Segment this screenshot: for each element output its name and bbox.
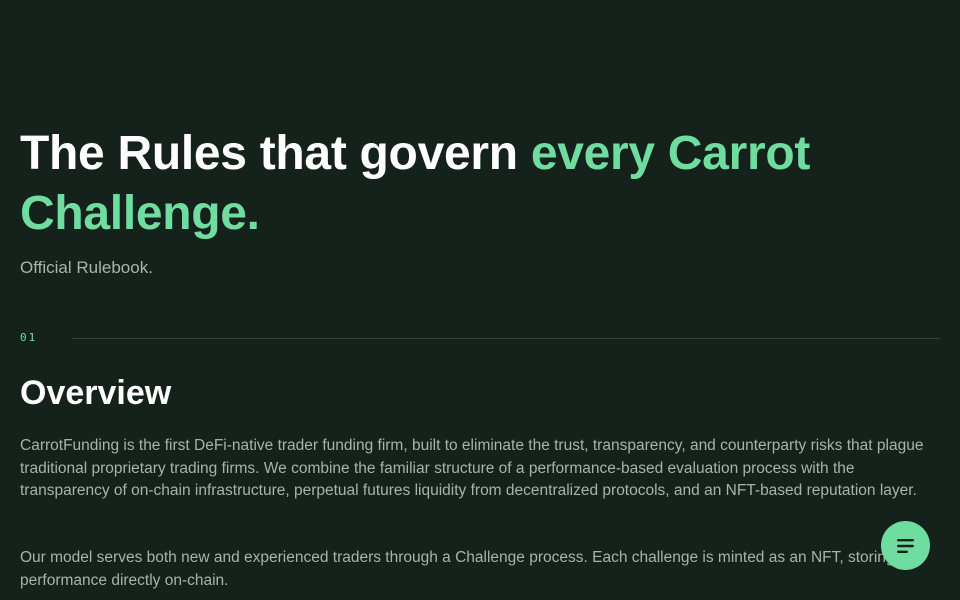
page-title-plain: The Rules that govern (20, 127, 531, 180)
overview-paragraph: CarrotFunding is the first DeFi-native t… (20, 437, 924, 500)
page-title: The Rules that govern every Carrot Chall… (20, 124, 920, 244)
section-divider (72, 338, 940, 339)
section-title: Overview (20, 374, 172, 412)
menu-lines-icon (896, 538, 916, 554)
section-index: 01 (20, 331, 38, 344)
overview-paragraph: Our model serves both new and experience… (20, 549, 915, 589)
menu-button[interactable] (881, 521, 930, 570)
page-subtitle: Official Rulebook. (20, 258, 153, 277)
rulebook-page: The Rules that govern every Carrot Chall… (0, 0, 960, 600)
